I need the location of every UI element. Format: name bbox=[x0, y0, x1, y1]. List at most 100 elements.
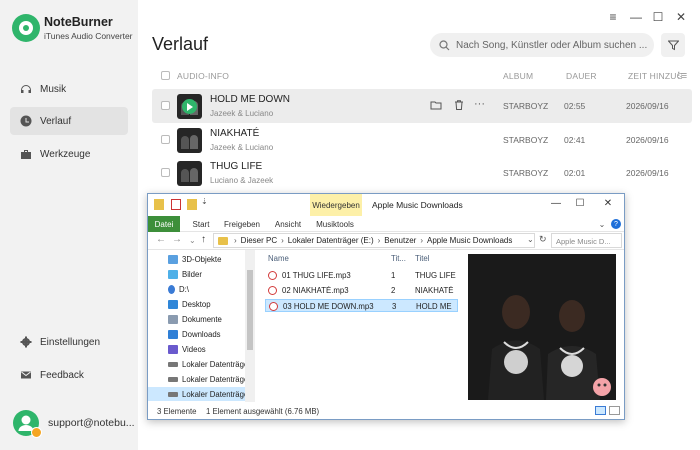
play-icon[interactable] bbox=[182, 99, 197, 114]
breadcrumb[interactable]: Lokaler Datenträger (E:) bbox=[288, 236, 374, 245]
filter-button[interactable] bbox=[661, 33, 685, 57]
search-input[interactable]: Nach Song, Künstler oder Album suchen ..… bbox=[430, 33, 654, 57]
recent-dropdown-icon[interactable]: ⌄ bbox=[189, 236, 196, 245]
item-count: 3 Elemente bbox=[157, 407, 197, 416]
album-cover bbox=[177, 128, 202, 153]
column-name[interactable]: Name bbox=[268, 254, 289, 263]
large-icons-view-icon[interactable] bbox=[609, 406, 620, 415]
breadcrumb[interactable]: Dieser PC bbox=[241, 236, 277, 245]
tab-ansicht[interactable]: Ansicht bbox=[272, 216, 304, 232]
row-checkbox[interactable] bbox=[161, 101, 170, 110]
table-row[interactable]: NIAKHATÉ Jazeek & Luciano STARBOYZ 02:41… bbox=[152, 123, 692, 157]
tab-freigeben[interactable]: Freigeben bbox=[222, 216, 262, 232]
tree-item[interactable]: Lokaler Datenträger bbox=[168, 372, 251, 386]
column-zeit-hinzugefuegt[interactable]: ZEIT HINZUGEF bbox=[628, 71, 682, 81]
song-artist: Luciano & Jazeek bbox=[210, 176, 274, 185]
drive-icon bbox=[168, 361, 178, 367]
tree-item-label: Bilder bbox=[182, 269, 202, 279]
gear-icon bbox=[20, 336, 32, 348]
tree-item[interactable]: 3D-Objekte bbox=[168, 252, 221, 266]
minimize-icon[interactable]: — bbox=[627, 9, 645, 25]
row-checkbox[interactable] bbox=[161, 168, 170, 177]
song-duration: 02:01 bbox=[564, 168, 586, 178]
sidebar-item-feedback[interactable]: Feedback bbox=[10, 361, 128, 389]
back-icon[interactable]: ← bbox=[156, 234, 166, 245]
address-bar[interactable]: › Dieser PC › Lokaler Datenträger (E:) ›… bbox=[213, 233, 535, 248]
column-title[interactable]: Titel bbox=[415, 254, 429, 263]
ribbon-expand-icon[interactable]: ⌄ bbox=[596, 216, 608, 232]
column-track[interactable]: Tit... bbox=[391, 254, 406, 263]
album-cover bbox=[177, 161, 202, 186]
breadcrumb[interactable]: Apple Music Downloads bbox=[427, 236, 512, 245]
sidebar-item-werkzeuge[interactable]: Werkzeuge bbox=[10, 140, 128, 168]
file-name: 02 NIAKHATÉ.mp3 bbox=[282, 286, 349, 295]
tree-item[interactable]: Bilder bbox=[168, 267, 202, 281]
column-audio-info[interactable]: AUDIO-INFO bbox=[177, 71, 229, 81]
new-folder-icon[interactable] bbox=[187, 199, 197, 210]
select-all-checkbox[interactable] bbox=[161, 71, 170, 80]
documents-icon bbox=[168, 314, 178, 324]
explorer-search-input[interactable]: Apple Music D... bbox=[551, 233, 622, 248]
sidebar-item-label: Musik bbox=[40, 83, 67, 95]
tree-item[interactable]: Desktop bbox=[168, 297, 211, 311]
navigation-scrollbar[interactable] bbox=[245, 250, 255, 402]
column-settings-icon[interactable]: ⁝≡ bbox=[677, 69, 687, 82]
pictures-icon bbox=[168, 269, 178, 279]
explorer-close-icon[interactable]: ✕ bbox=[602, 198, 614, 212]
file-title: THUG LIFE bbox=[415, 271, 456, 280]
tree-item[interactable]: D:\ bbox=[168, 282, 189, 296]
sidebar-item-label: Einstellungen bbox=[40, 336, 101, 348]
user-account[interactable]: support@notebu... bbox=[13, 410, 135, 438]
explorer-maximize-icon[interactable]: ☐ bbox=[574, 198, 586, 212]
status-bar: 3 Elemente 1 Element ausgewählt (6.76 MB… bbox=[148, 404, 624, 419]
app-name: NoteBurner bbox=[44, 14, 113, 29]
album-cover bbox=[177, 94, 202, 119]
tab-start[interactable]: Start bbox=[188, 216, 214, 232]
tree-item[interactable]: Downloads bbox=[168, 327, 221, 341]
tree-item[interactable]: Dokumente bbox=[168, 312, 222, 326]
tab-musiktools[interactable]: Musiktools bbox=[312, 216, 358, 232]
user-email: support@notebu... bbox=[48, 417, 135, 429]
tree-item[interactable]: Lokaler Datenträger bbox=[168, 357, 251, 371]
up-icon[interactable]: ↑ bbox=[201, 234, 206, 245]
quick-access-dropdown-icon[interactable]: ⇣ bbox=[201, 197, 211, 208]
explorer-minimize-icon[interactable]: — bbox=[550, 198, 562, 212]
app-subtitle: iTunes Audio Converter bbox=[44, 30, 133, 41]
table-row[interactable]: THUG LIFE Luciano & Jazeek STARBOYZ 02:0… bbox=[152, 156, 692, 190]
file-title: HOLD ME bbox=[416, 302, 452, 311]
sidebar-item-einstellungen[interactable]: Einstellungen bbox=[10, 328, 128, 356]
file-row[interactable]: 02 NIAKHATÉ.mp3 2 NIAKHATÉ bbox=[265, 284, 458, 297]
tree-item[interactable]: Videos bbox=[168, 342, 206, 356]
column-dauer[interactable]: DAUER bbox=[566, 71, 597, 81]
account-badge-icon bbox=[31, 427, 42, 438]
properties-icon[interactable] bbox=[171, 199, 181, 210]
maximize-icon[interactable]: ☐ bbox=[649, 9, 667, 25]
row-checkbox[interactable] bbox=[161, 135, 170, 144]
sidebar-item-musik[interactable]: Musik bbox=[10, 75, 128, 103]
table-row[interactable]: HOLD ME DOWN Jazeek & Luciano ··· STARBO… bbox=[152, 89, 692, 123]
tree-item-label: Downloads bbox=[182, 329, 221, 339]
file-row[interactable]: 03 HOLD ME DOWN.mp3 3 HOLD ME bbox=[265, 299, 458, 312]
context-tab-wiedergeben[interactable]: Wiedergeben bbox=[310, 194, 362, 216]
delete-icon[interactable] bbox=[453, 99, 465, 111]
open-folder-icon[interactable] bbox=[430, 99, 442, 111]
menu-icon[interactable]: ≡ bbox=[604, 9, 622, 25]
tree-item-label: 3D-Objekte bbox=[182, 254, 222, 264]
column-album[interactable]: ALBUM bbox=[503, 71, 533, 81]
breadcrumb[interactable]: Benutzer bbox=[384, 236, 416, 245]
song-title: NIAKHATÉ bbox=[210, 128, 260, 139]
navigation-pane: 3D-Objekte Bilder D:\ Desktop Dokumente … bbox=[148, 250, 255, 402]
refresh-icon[interactable]: ↻ bbox=[539, 234, 547, 245]
address-dropdown-icon[interactable]: ⌄ bbox=[527, 235, 534, 244]
forward-icon[interactable]: → bbox=[172, 234, 182, 245]
tree-item-label: Lokaler Datenträger bbox=[182, 374, 251, 384]
song-title: THUG LIFE bbox=[210, 161, 263, 172]
details-view-icon[interactable] bbox=[595, 406, 606, 415]
sidebar-item-verlauf[interactable]: Verlauf bbox=[10, 107, 128, 135]
more-options-icon[interactable]: ··· bbox=[474, 98, 485, 110]
file-row[interactable]: 01 THUG LIFE.mp3 1 THUG LIFE bbox=[265, 269, 458, 282]
tab-datei[interactable]: Datei bbox=[148, 216, 180, 232]
help-icon[interactable]: ? bbox=[611, 219, 621, 229]
close-icon[interactable]: ✕ bbox=[672, 9, 690, 25]
tree-item[interactable]: Lokaler Datenträger bbox=[148, 387, 251, 401]
